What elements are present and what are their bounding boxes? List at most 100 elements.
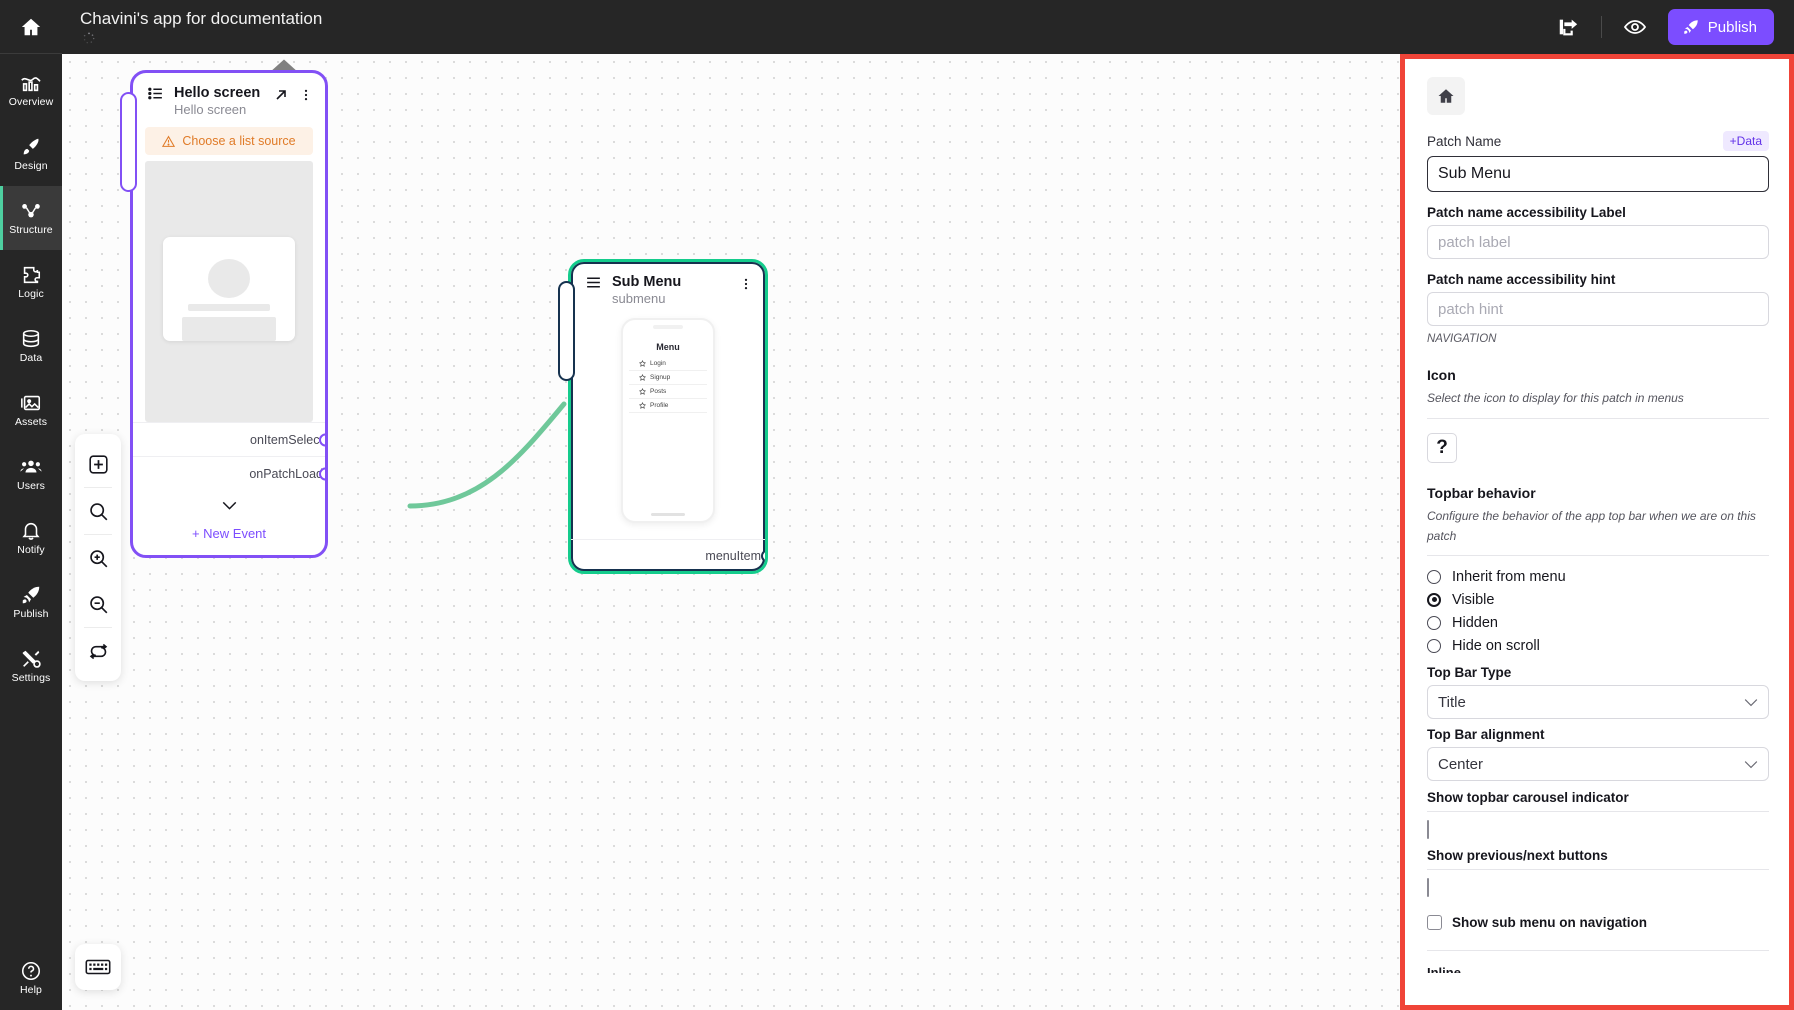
top-bar-type-select[interactable]: Title [1427,685,1769,720]
add-node-button[interactable] [75,441,121,487]
top-bar-alignment-select[interactable]: Center [1427,747,1769,782]
event-port[interactable] [319,467,325,480]
radio-hide-on-scroll[interactable]: Hide on scroll [1427,634,1769,657]
zoom-in-button[interactable] [75,535,121,581]
divider [1600,16,1602,38]
panel-scroll-area[interactable]: Patch Name +Data Patch name accessibilit… [1405,59,1789,1005]
sidebar-item-settings[interactable]: Settings [0,634,62,698]
node-input-port[interactable] [120,92,137,192]
canvas-toolbar [75,434,121,681]
zoom-out-button[interactable] [75,581,121,627]
sub-menu-nav-row[interactable]: Show sub menu on navigation [1427,915,1769,931]
sidebar-item-label: Publish [13,608,49,620]
sidebar-item-label: Assets [14,416,48,428]
top-bar-type-value: Title [1438,693,1466,711]
preview-button[interactable] [1618,12,1652,42]
event-row[interactable]: onItemSelect [133,422,325,456]
radio-hidden[interactable]: Hidden [1427,611,1769,634]
star-icon [639,388,646,395]
radio-inherit-from-menu[interactable]: Inherit from menu [1427,565,1769,588]
sidebar-item-data[interactable]: Data [0,314,62,378]
sidebar-item-label: Notify [17,544,45,556]
node-collapse-toggle[interactable] [133,490,325,520]
sidebar-item-logic[interactable]: Logic [0,250,62,314]
event-row[interactable]: menuItem [571,539,765,571]
preview-menu-item-label: Login [650,360,666,367]
phone-notch [653,325,683,329]
radio-label: Visible [1452,591,1495,608]
preview-menu-item: Posts [629,385,707,399]
placeholder-line [188,303,270,311]
node-subtitle: submenu [612,291,666,306]
sidebar-item-publish[interactable]: Publish [0,570,62,634]
node-header-texts: Sub Menu submenu [612,274,729,306]
sidebar-item-overview[interactable]: Overview [0,58,62,122]
event-port[interactable] [319,433,325,446]
rocket-icon [1684,20,1698,34]
event-label: onPatchLoad [249,466,323,481]
keyboard-button[interactable] [75,944,121,990]
radio-label: Hide on scroll [1452,637,1540,654]
divider [1427,555,1769,557]
node-sub-menu[interactable]: Sub Menu submenu Menu Login Signup Posts… [558,259,768,574]
preview-menu-item: Profile [629,399,707,413]
divider [1427,417,1769,419]
loading-spinner [83,32,95,44]
event-label: onItemSelect [250,432,323,447]
sidebar-item-help[interactable]: Help [0,960,62,996]
prev-next-checkbox[interactable] [1427,878,1429,898]
patch-name-label: Patch Name [1427,133,1502,149]
patch-icon-button[interactable] [1427,77,1465,115]
publish-button-label: Publish [1707,18,1757,36]
share-button[interactable] [1551,12,1585,42]
question-circle-icon [21,961,41,981]
sidebar-item-design[interactable]: Design [0,122,62,186]
node-body: Sub Menu submenu Menu Login Signup Posts… [568,259,768,574]
patch-name-row: Patch Name +Data [1427,131,1769,151]
kebab-menu-icon[interactable] [739,276,753,292]
next-section-label-clipped: Inline [1427,965,1461,974]
search-icon [89,502,107,520]
icon-picker-button[interactable]: ? [1427,432,1457,463]
arrow-up-right-icon[interactable] [273,87,289,103]
radio-indicator [1427,638,1441,653]
event-port[interactable] [761,549,765,562]
sidebar-item-label: Users [17,480,45,492]
radio-visible[interactable]: Visible [1427,588,1769,611]
sidebar-item-users[interactable]: Users [0,442,62,506]
sidebar-item-structure[interactable]: Structure [0,186,62,250]
bell-icon [22,522,40,540]
preview-menu-item-label: Profile [650,402,669,409]
node-events: onItemSelect onPatchLoad [133,422,325,490]
node-body: Hello screen Hello screen Choose a list … [130,70,328,558]
rail-home-button[interactable] [0,0,62,54]
search-button[interactable] [75,488,121,534]
radio-label: Inherit from menu [1452,568,1566,585]
node-subtitle: Hello screen [174,102,247,117]
sidebar-item-label: Structure [9,224,53,236]
node-hello-screen[interactable]: Hello screen Hello screen Choose a list … [120,59,328,558]
publish-button[interactable]: Publish [1667,9,1774,45]
top-bar-alignment-label: Top Bar alignment [1427,727,1545,743]
chart-icon [21,77,41,92]
accessibility-label-input[interactable] [1427,225,1769,259]
patch-name-input[interactable] [1427,156,1769,192]
node-warning-text: Choose a list source [182,134,296,148]
prev-next-checkbox-wrap [1427,878,1769,898]
accessibility-hint-input[interactable] [1427,292,1769,326]
sidebar-item-label: Data [19,352,43,364]
sidebar-item-assets[interactable]: Assets [0,378,62,442]
sidebar-item-notify[interactable]: Notify [0,506,62,570]
add-data-chip[interactable]: +Data [1722,131,1769,151]
node-header-texts: Hello screen Hello screen [174,85,263,117]
refresh-button[interactable] [75,628,121,674]
event-row[interactable]: onPatchLoad [133,456,325,490]
share-icon [1559,19,1577,36]
chevron-down-icon [1744,761,1758,769]
node-input-port[interactable] [558,281,575,381]
sub-menu-nav-checkbox[interactable] [1427,915,1442,931]
carousel-indicator-checkbox[interactable] [1427,820,1429,840]
sidebar-item-label: Help [20,984,42,996]
new-event-button[interactable]: + New Event [133,520,325,555]
kebab-menu-icon[interactable] [299,87,313,103]
